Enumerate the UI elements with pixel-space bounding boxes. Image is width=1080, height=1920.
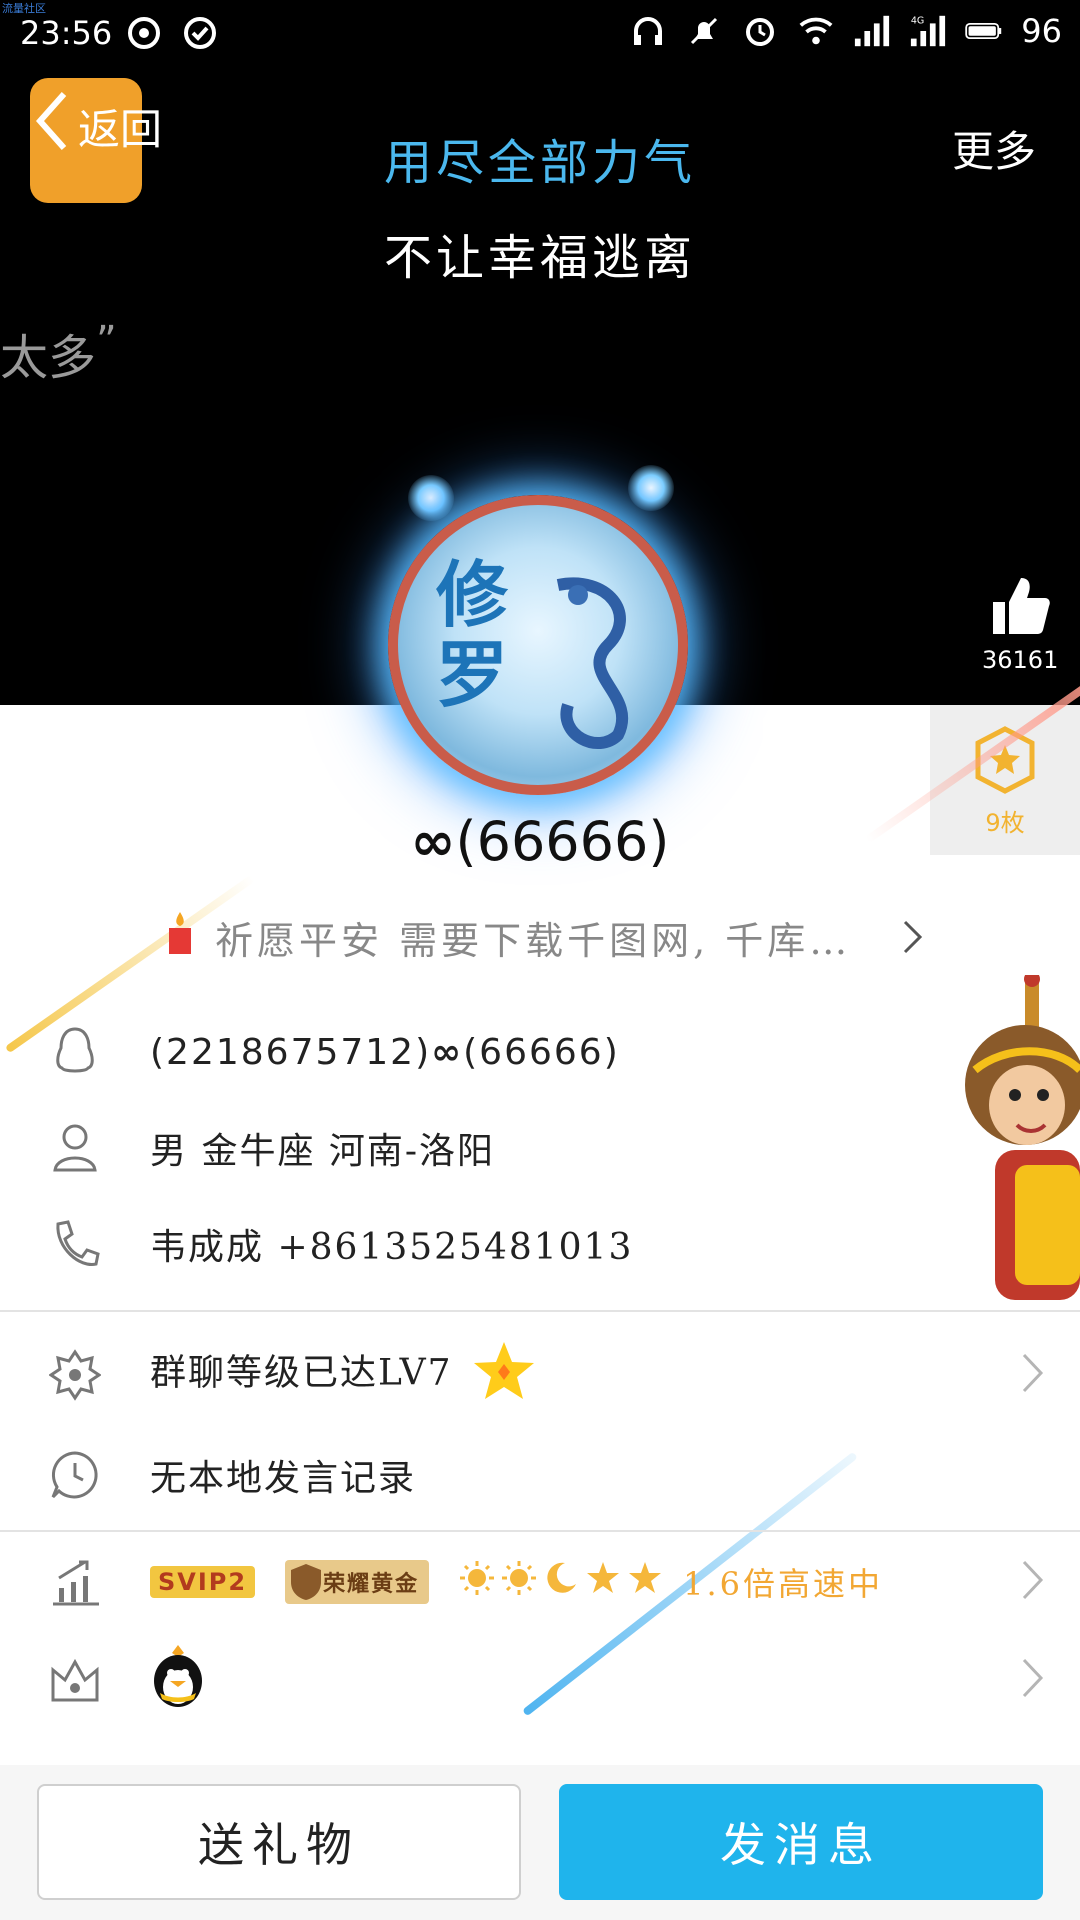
moon-icon (543, 1560, 579, 1605)
group-level-text: 群聊等级已达LV7 (150, 1340, 536, 1411)
penguin-pendant-icon (154, 1644, 202, 1707)
group-level-row[interactable]: 群聊等级已达LV7 (0, 1335, 1080, 1415)
infinity-icon: ∞ (410, 810, 456, 873)
spark-decoration (628, 465, 674, 511)
honor-badge-label: 荣耀黄金 (323, 1572, 420, 1597)
side-text-main: 太多 (0, 330, 97, 386)
star-icon (627, 1560, 663, 1605)
nickname: ∞(66666) (0, 810, 1080, 873)
qq-number-row: (2218675712)∞(66666) (0, 1012, 1080, 1092)
chevron-left-icon (32, 88, 72, 164)
avatar-text: 修 罗 (436, 555, 508, 715)
status-time: 23:56 (20, 14, 113, 52)
side-text: 太多” (0, 318, 117, 388)
signature-text: 祈愿平安 需要下载千图网, 千库… (215, 918, 852, 963)
penguin-icon (48, 1025, 102, 1079)
local-history-text: 无本地发言记录 (150, 1458, 417, 1499)
pendant-row[interactable] (0, 1640, 1080, 1720)
dragon-icon (556, 577, 629, 750)
avatar-text-line1: 修 (436, 552, 509, 637)
like-button[interactable]: 36161 (982, 572, 1058, 674)
weibo-icon (125, 14, 163, 52)
chevron-right-icon (1020, 1351, 1046, 1399)
speed-text: 1.6倍高速中 (683, 1565, 883, 1603)
wifi-icon (797, 12, 835, 50)
candle-icon (165, 910, 195, 965)
spark-decoration (408, 475, 454, 521)
like-count: 36161 (982, 646, 1059, 674)
send-message-button[interactable]: 发消息 (559, 1784, 1043, 1900)
signature-line-2: 不让幸福逃离 (383, 230, 696, 286)
section-divider (0, 1530, 1080, 1532)
signature-row[interactable]: 祈愿平安 需要下载千图网, 千库… (165, 910, 925, 965)
chevron-right-icon (901, 918, 925, 965)
nickname-text: (66666) (455, 810, 670, 873)
level-icons (459, 1560, 663, 1605)
battery-icon (965, 12, 1003, 50)
side-quote-mark: ” (96, 318, 117, 364)
monkey-king-decoration (955, 971, 1080, 1315)
sun-icon (501, 1560, 537, 1605)
signal-4g-icon: 4G (909, 12, 947, 50)
alarm-icon (741, 12, 779, 50)
gear-star-icon (48, 1348, 102, 1402)
avatar-image: 修 罗 (388, 495, 688, 795)
status-bar: 23:56 4G 96 (0, 0, 1080, 70)
section-divider (0, 1310, 1080, 1312)
signal-icon (853, 12, 891, 50)
qq-nickname: (66666) (463, 1031, 620, 1073)
gold-star-icon (472, 1340, 536, 1411)
personal-info-text: 男 金牛座 河南-洛阳 (150, 1131, 496, 1172)
local-history-row[interactable]: 无本地发言记录 (0, 1435, 1080, 1515)
clock-bubble-icon (48, 1448, 102, 1502)
group-level-label: 群聊等级已达LV7 (150, 1352, 453, 1393)
honor-badge: 荣耀黄金 (285, 1560, 430, 1604)
infinity-icon: ∞ (431, 1031, 464, 1073)
mute-bell-icon (685, 12, 723, 50)
star-icon (585, 1560, 621, 1605)
battery-level: 96 (1021, 12, 1062, 50)
check-circle-icon (181, 14, 219, 52)
phone-icon (48, 1217, 102, 1271)
qq-number: (2218675712) (150, 1031, 432, 1073)
personal-info-row: 男 金牛座 河南-洛阳 (0, 1108, 1080, 1188)
phone-row[interactable]: 韦成成 +8613525481013 (0, 1204, 1080, 1284)
person-icon (48, 1121, 102, 1175)
crown-icon (48, 1653, 102, 1707)
qq-penguin-pendant (150, 1643, 206, 1718)
thumbs-up-icon (993, 578, 1050, 634)
avatar[interactable]: 修 罗 (388, 465, 688, 795)
avatar-text-line2: 罗 (436, 632, 509, 717)
svip-badge: SVIP2 (150, 1566, 256, 1598)
chevron-right-icon (1020, 1656, 1046, 1704)
phone-text: 韦成成 +8613525481013 (150, 1227, 634, 1268)
vip-badges-row[interactable]: SVIP2 荣耀黄金 1.6倍高速中 (0, 1542, 1080, 1622)
send-gift-button[interactable]: 送礼物 (37, 1784, 521, 1900)
headphones-icon (629, 12, 667, 50)
svg-text:4G: 4G (911, 15, 924, 26)
shield-icon (291, 1564, 322, 1600)
vip-badges: SVIP2 荣耀黄金 1.6倍高速中 (150, 1559, 883, 1605)
qq-number-text: (2218675712)∞(66666) (150, 1032, 620, 1073)
back-button[interactable]: 返回 (28, 88, 162, 164)
back-label: 返回 (78, 104, 163, 154)
sun-icon (459, 1560, 495, 1605)
chevron-right-icon (1020, 1558, 1046, 1606)
bar-chart-up-icon (48, 1555, 102, 1609)
